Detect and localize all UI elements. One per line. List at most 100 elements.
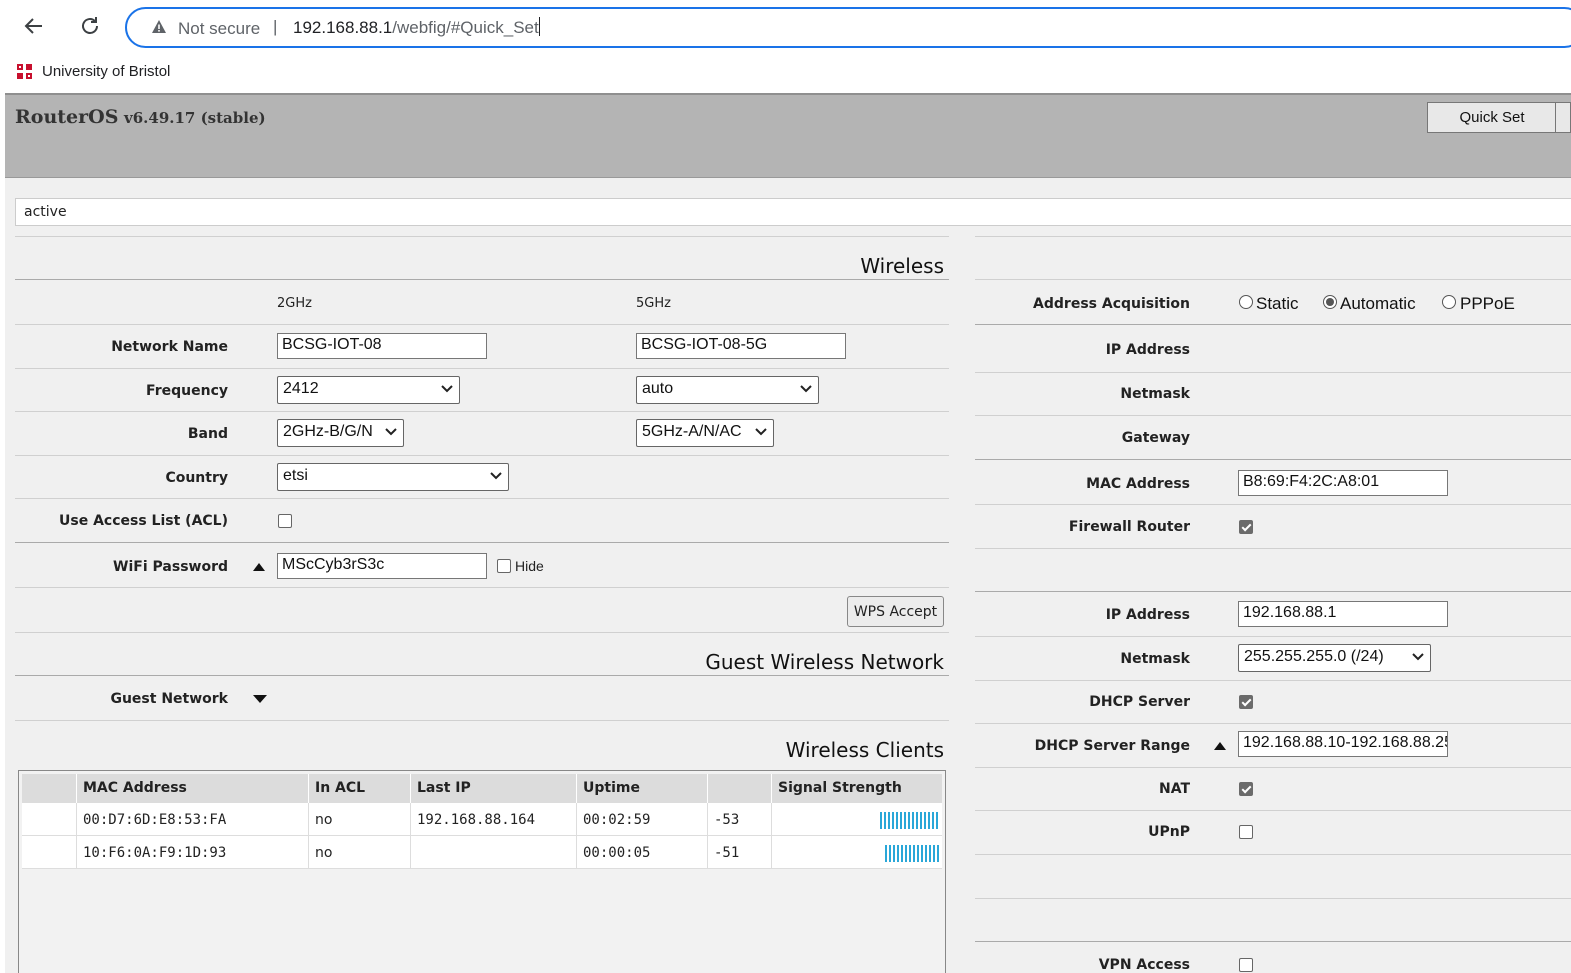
static-radio[interactable]: [1239, 295, 1253, 309]
dhcp-range-input[interactable]: 192.168.88.10-192.168.88.254: [1238, 731, 1448, 757]
url-path: /webfig/#Quick_Set: [392, 18, 539, 37]
static-radio-label[interactable]: Static: [1256, 294, 1299, 314]
pppoe-radio[interactable]: [1442, 295, 1456, 309]
wireless-clients-title: Wireless Clients: [785, 738, 944, 762]
automatic-radio[interactable]: [1323, 295, 1337, 309]
uptime-cell: 00:00:05: [577, 836, 708, 869]
mac-address-label: MAC Address: [1086, 476, 1190, 492]
column-header-signal-value[interactable]: [708, 774, 772, 803]
network-name-2g-input[interactable]: BCSG-IOT-08: [277, 333, 487, 359]
wireless-clients-table: MAC Address In ACL Last IP Uptime Signal…: [18, 770, 946, 973]
collapse-up-icon[interactable]: [253, 563, 265, 571]
dhcp-server-label: DHCP Server: [1089, 694, 1190, 710]
nat-checkbox[interactable]: [1239, 782, 1253, 796]
upnp-checkbox[interactable]: [1239, 825, 1253, 839]
webfig-page: RouterOS v6.49.17 (stable) Quick Set act…: [5, 93, 1571, 973]
signal-strength-cell: [772, 836, 942, 869]
frequency-5g-select[interactable]: auto: [636, 376, 819, 404]
dhcp-server-checkbox[interactable]: [1239, 695, 1253, 709]
university-crest-icon: [17, 64, 32, 79]
reload-button[interactable]: [74, 10, 106, 42]
divider: [975, 898, 1571, 899]
network-name-5g-input[interactable]: BCSG-IOT-08-5G: [636, 333, 846, 359]
divider: [975, 324, 1571, 325]
expand-down-icon[interactable]: [253, 695, 267, 703]
frequency-2g-select[interactable]: 2412: [277, 376, 460, 404]
routeros-title: RouterOS v6.49.17 (stable): [15, 106, 266, 128]
bookmark-university-of-bristol[interactable]: University of Bristol: [16, 63, 170, 80]
divider: [15, 587, 949, 588]
url-text[interactable]: 192.168.88.1/webfig/#Quick_Set: [293, 17, 540, 38]
wan-ip-label: IP Address: [1105, 342, 1190, 358]
column-header-last-ip[interactable]: Last IP: [411, 774, 577, 803]
divider: [15, 720, 949, 721]
divider: [975, 504, 1571, 505]
divider: [15, 368, 949, 369]
column-header-signal-strength[interactable]: Signal Strength: [772, 774, 942, 803]
last-ip-cell: 192.168.88.164: [411, 803, 577, 836]
address-acquisition-label: Address Acquisition: [1033, 296, 1190, 312]
back-button[interactable]: [18, 10, 50, 42]
firewall-router-checkbox[interactable]: [1239, 520, 1253, 534]
upnp-label: UPnP: [1148, 824, 1190, 840]
acl-label: Use Access List (ACL): [59, 513, 228, 529]
column-header-blank: [22, 774, 77, 803]
hide-password-checkbox[interactable]: [497, 559, 511, 573]
chevron-down-icon: [800, 385, 812, 393]
browser-toolbar: Not secure | 192.168.88.1/webfig/#Quick_…: [0, 0, 1571, 54]
chevron-down-icon: [490, 472, 502, 480]
signal-strength-bars: [880, 812, 938, 829]
vpn-access-checkbox[interactable]: [1239, 958, 1253, 972]
back-arrow-icon: [24, 18, 42, 34]
chevron-down-icon: [755, 428, 767, 436]
product-name: RouterOS: [15, 106, 119, 128]
divider: [15, 542, 949, 543]
column-header-mac[interactable]: MAC Address: [77, 774, 309, 803]
table-header: MAC Address In ACL Last IP Uptime Signal…: [22, 774, 942, 803]
divider: [15, 632, 949, 633]
lan-ip-input[interactable]: 192.168.88.1: [1238, 601, 1448, 627]
wan-netmask-label: Netmask: [1120, 386, 1190, 402]
pppoe-radio-label[interactable]: PPPoE: [1460, 294, 1515, 314]
wifi-password-input[interactable]: MScCyb3rS3c: [277, 553, 487, 579]
column-5ghz: 5GHz: [636, 296, 671, 311]
wps-accept-button[interactable]: WPS Accept: [847, 596, 944, 627]
divider: [15, 675, 949, 676]
lan-ip-label: IP Address: [1105, 607, 1190, 623]
country-value: etsi: [283, 467, 308, 484]
collapse-up-icon[interactable]: [1214, 742, 1226, 750]
wifi-password-label: WiFi Password: [113, 559, 228, 575]
column-header-acl[interactable]: In ACL: [309, 774, 411, 803]
guest-network-label: Guest Network: [110, 691, 228, 707]
divider: [975, 680, 1571, 681]
uptime-cell: 00:02:59: [577, 803, 708, 836]
table-row[interactable]: 00:D7:6D:E8:53:FA no 192.168.88.164 00:0…: [22, 803, 942, 836]
not-secure-label[interactable]: Not secure: [178, 19, 260, 39]
automatic-radio-label[interactable]: Automatic: [1340, 294, 1416, 314]
divider: [975, 236, 1571, 237]
divider: [975, 459, 1571, 460]
column-header-uptime[interactable]: Uptime: [577, 774, 708, 803]
band-2g-select[interactable]: 2GHz-B/G/N: [277, 419, 404, 447]
mac-address-input[interactable]: B8:69:F4:2C:A8:01: [1238, 470, 1448, 496]
divider: [975, 548, 1571, 549]
nat-label: NAT: [1158, 781, 1190, 797]
status-field: active: [15, 198, 1571, 226]
next-mode-button[interactable]: [1555, 102, 1571, 133]
band-5g-select[interactable]: 5GHz-A/N/AC: [636, 419, 774, 447]
divider: [975, 279, 1571, 280]
row-blank-cell: [22, 803, 77, 836]
address-separator: |: [273, 17, 278, 36]
signal-strength-cell: [772, 803, 942, 836]
address-bar[interactable]: Not secure | 192.168.88.1/webfig/#Quick_…: [125, 7, 1571, 48]
country-select[interactable]: etsi: [277, 463, 509, 491]
table-row[interactable]: 10:F6:0A:F9:1D:93 no 00:00:05 -51: [22, 836, 942, 869]
network-name-label: Network Name: [111, 339, 228, 355]
text-caret: [538, 17, 540, 36]
acl-checkbox[interactable]: [278, 514, 292, 528]
lan-netmask-select[interactable]: 255.255.255.0 (/24): [1238, 644, 1431, 672]
divider: [15, 279, 949, 280]
quick-set-button[interactable]: Quick Set: [1427, 102, 1557, 133]
divider: [975, 591, 1571, 592]
warning-icon: [152, 20, 166, 33]
